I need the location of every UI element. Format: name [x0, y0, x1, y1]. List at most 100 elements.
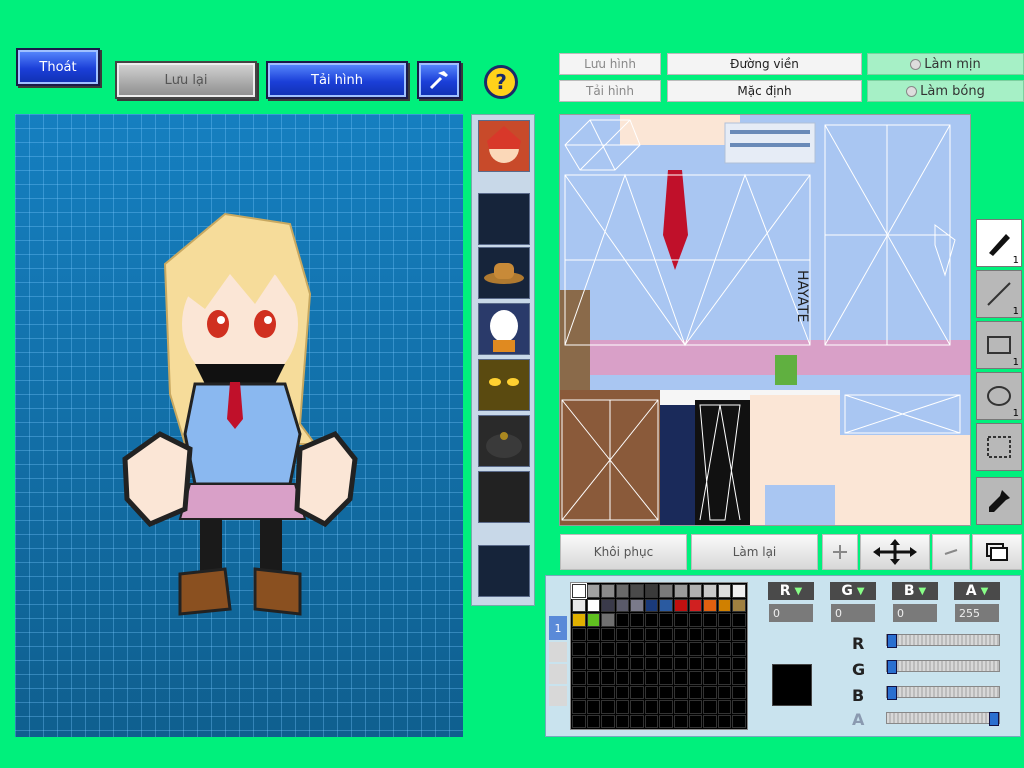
color-swatch[interactable] — [703, 627, 717, 641]
color-swatch[interactable] — [659, 598, 674, 612]
color-swatch[interactable] — [586, 714, 601, 728]
color-swatch[interactable] — [644, 627, 659, 641]
color-swatch[interactable] — [630, 627, 644, 641]
color-swatch[interactable] — [732, 671, 746, 685]
palette-tab-4[interactable] — [549, 686, 567, 706]
color-swatch[interactable] — [732, 700, 746, 714]
help-question-icon[interactable]: ? — [484, 65, 518, 99]
save-image-button[interactable]: Lưu hình — [559, 53, 661, 75]
color-swatch[interactable] — [717, 685, 732, 699]
zoom-out-button[interactable] — [932, 534, 970, 570]
color-swatch[interactable] — [572, 656, 586, 670]
color-swatch[interactable] — [732, 598, 746, 612]
color-swatch[interactable] — [688, 627, 703, 641]
color-swatch[interactable] — [717, 613, 732, 627]
color-swatch[interactable] — [601, 584, 615, 598]
color-swatch[interactable] — [586, 627, 601, 641]
color-swatch[interactable] — [630, 613, 644, 627]
color-swatch[interactable] — [601, 671, 615, 685]
color-swatch[interactable] — [688, 685, 703, 699]
color-swatch[interactable] — [659, 685, 674, 699]
part-face-slot[interactable] — [478, 120, 530, 172]
b-channel-label[interactable]: B ▼ — [892, 582, 938, 600]
color-swatch[interactable] — [586, 671, 601, 685]
color-swatch[interactable] — [674, 671, 688, 685]
color-swatch[interactable] — [630, 642, 644, 656]
hammer-button[interactable] — [417, 61, 461, 99]
color-swatch[interactable] — [586, 656, 601, 670]
color-swatch[interactable] — [615, 642, 630, 656]
eyedropper-tool[interactable] — [976, 477, 1022, 525]
color-swatch[interactable] — [572, 685, 586, 699]
r-slider[interactable] — [886, 634, 1000, 648]
color-swatch[interactable] — [659, 613, 674, 627]
pen-tool[interactable]: 1 — [976, 219, 1022, 267]
color-swatch[interactable] — [732, 627, 746, 641]
reload-button[interactable]: Tải hình — [266, 61, 408, 99]
g-channel-label[interactable]: G ▼ — [830, 582, 876, 600]
color-swatch[interactable] — [615, 598, 630, 612]
color-swatch[interactable] — [703, 685, 717, 699]
color-swatch[interactable] — [659, 627, 674, 641]
b-value-field[interactable]: 0 — [893, 604, 937, 622]
color-swatch[interactable] — [630, 685, 644, 699]
g-slider[interactable] — [886, 660, 1000, 674]
color-swatch[interactable] — [615, 627, 630, 641]
color-swatch[interactable] — [674, 584, 688, 598]
rect-tool[interactable]: 1 — [976, 321, 1022, 369]
color-swatch[interactable] — [630, 584, 644, 598]
ellipse-tool[interactable]: 1 — [976, 372, 1022, 420]
save-button[interactable]: Lưu lại — [115, 61, 257, 99]
color-swatch[interactable] — [703, 656, 717, 670]
color-swatch[interactable] — [644, 714, 659, 728]
color-swatch[interactable] — [688, 671, 703, 685]
color-swatch[interactable] — [674, 613, 688, 627]
palette-tab-1[interactable]: 1 — [549, 616, 567, 640]
a-value-field[interactable]: 255 — [955, 604, 999, 622]
palette-tab-3[interactable] — [549, 664, 567, 684]
restore-button[interactable]: Khôi phục — [560, 534, 687, 570]
color-swatch[interactable] — [674, 685, 688, 699]
texture-editor[interactable]: HAYATE — [559, 114, 971, 526]
color-swatch[interactable] — [615, 700, 630, 714]
color-swatch[interactable] — [732, 714, 746, 728]
color-swatch[interactable] — [659, 642, 674, 656]
color-swatch[interactable] — [615, 584, 630, 598]
shade-toggle[interactable]: Làm bóng — [867, 80, 1024, 102]
a-slider-handle[interactable] — [989, 712, 999, 726]
b-slider-handle[interactable] — [887, 686, 897, 700]
color-swatch[interactable] — [572, 613, 586, 627]
color-swatch[interactable] — [688, 714, 703, 728]
color-swatch[interactable] — [601, 613, 615, 627]
color-swatch[interactable] — [630, 671, 644, 685]
r-slider-handle[interactable] — [887, 634, 897, 648]
color-swatch[interactable] — [572, 598, 586, 612]
swatch-grid[interactable] — [570, 582, 748, 730]
color-swatch[interactable] — [644, 613, 659, 627]
color-swatch[interactable] — [688, 613, 703, 627]
b-slider[interactable] — [886, 686, 1000, 700]
color-swatch[interactable] — [732, 613, 746, 627]
move-button[interactable] — [860, 534, 930, 570]
color-swatch[interactable] — [586, 584, 601, 598]
color-swatch[interactable] — [703, 700, 717, 714]
color-swatch[interactable] — [630, 656, 644, 670]
color-swatch[interactable] — [586, 642, 601, 656]
r-value-field[interactable]: 0 — [769, 604, 813, 622]
color-swatch[interactable] — [601, 656, 615, 670]
color-swatch[interactable] — [601, 685, 615, 699]
color-swatch[interactable] — [717, 627, 732, 641]
color-swatch[interactable] — [659, 656, 674, 670]
color-swatch[interactable] — [630, 598, 644, 612]
layer-button[interactable] — [972, 534, 1022, 570]
part-empty-slot-2[interactable] — [478, 545, 530, 597]
color-swatch[interactable] — [717, 642, 732, 656]
color-swatch[interactable] — [717, 714, 732, 728]
color-swatch[interactable] — [703, 598, 717, 612]
color-swatch[interactable] — [615, 613, 630, 627]
color-swatch[interactable] — [674, 714, 688, 728]
part-head-slot[interactable] — [478, 303, 530, 355]
color-swatch[interactable] — [601, 700, 615, 714]
color-swatch[interactable] — [586, 685, 601, 699]
color-swatch[interactable] — [674, 700, 688, 714]
